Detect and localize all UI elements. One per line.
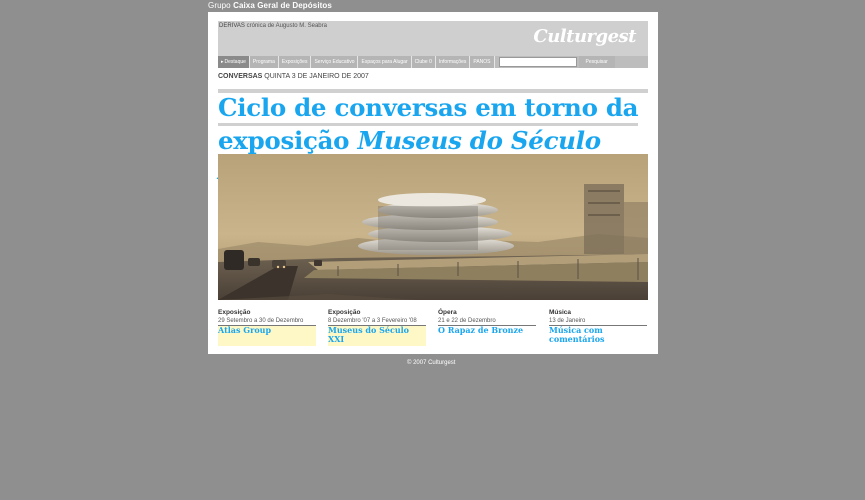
group-prefix: Grupo bbox=[208, 1, 231, 10]
museum-rendering-photo bbox=[218, 154, 648, 300]
event-body: Música com comentários bbox=[549, 326, 647, 346]
section-date: QUINTA 3 DE JANEIRO DE 2007 bbox=[264, 73, 369, 80]
event-title-link[interactable]: Atlas Group bbox=[218, 326, 316, 335]
search-input[interactable] bbox=[498, 57, 577, 67]
event-body: O Rapaz de Bronze bbox=[438, 326, 536, 346]
nav-item-servico-educativo[interactable]: Serviço Educativo bbox=[311, 56, 359, 68]
group-banner: Grupo Caixa Geral de Depósitos bbox=[208, 1, 332, 10]
site-header: DERIVAS crónica de Augusto M. Seabra Cul… bbox=[218, 21, 648, 56]
event-body: Museus do Século XXI bbox=[328, 326, 426, 346]
event-card[interactable]: Exposição 8 Dezembro '07 a 3 Fevereiro '… bbox=[328, 309, 426, 346]
event-type: Exposição bbox=[218, 309, 251, 316]
nav-item-exposicoes[interactable]: Exposições bbox=[278, 56, 312, 68]
nav-item-informacoes[interactable]: Informações bbox=[435, 56, 471, 68]
derivas-text: crónica de Augusto M. Seabra bbox=[246, 23, 327, 29]
main-page: DERIVAS crónica de Augusto M. Seabra Cul… bbox=[208, 12, 658, 354]
event-title-link[interactable]: Música com comentários bbox=[549, 326, 647, 344]
event-card[interactable]: Ópera 21 e 22 de Dezembro O Rapaz de Bro… bbox=[438, 309, 536, 345]
event-type: Música bbox=[549, 309, 572, 316]
nav-item-panos[interactable]: PANOS bbox=[470, 56, 495, 68]
title-line-1: Ciclo de conversas em torno da bbox=[218, 93, 639, 126]
event-type: Ópera bbox=[438, 309, 457, 316]
title-line-2-prefix: exposição bbox=[218, 126, 350, 155]
event-body: Atlas Group bbox=[218, 326, 316, 346]
event-title-link[interactable]: O Rapaz de Bronze bbox=[438, 326, 536, 335]
group-brand[interactable]: Caixa Geral de Depósitos bbox=[233, 1, 332, 10]
event-cards: Exposição 29 Setembro a 30 de Dezembro A… bbox=[218, 309, 648, 346]
section-heading: CONVERSAS QUINTA 3 DE JANEIRO DE 2007 bbox=[218, 73, 369, 80]
copyright: © 2007 Culturgest bbox=[407, 360, 456, 366]
nav-item-espacos[interactable]: Espaços para Alugar bbox=[358, 56, 412, 68]
nav-item-destaque[interactable]: Destaque bbox=[218, 56, 250, 68]
event-type: Exposição bbox=[328, 309, 361, 316]
nav-item-programa[interactable]: Programa bbox=[249, 56, 279, 68]
derivas-label: DERIVAS bbox=[219, 23, 245, 29]
search-button[interactable]: Pesquisar bbox=[578, 56, 615, 68]
event-card[interactable]: Exposição 29 Setembro a 30 de Dezembro A… bbox=[218, 309, 316, 346]
hero-image bbox=[218, 154, 648, 300]
event-card[interactable]: Música 13 de Janeiro Música com comentár… bbox=[549, 309, 647, 345]
culturgest-logo[interactable]: Culturgest bbox=[533, 26, 636, 47]
event-title-link[interactable]: Museus do Século XXI bbox=[328, 326, 426, 344]
main-nav: Destaque Programa Exposições Serviço Edu… bbox=[218, 56, 648, 68]
section-label: CONVERSAS bbox=[218, 73, 263, 80]
derivas-link[interactable]: DERIVAS crónica de Augusto M. Seabra bbox=[219, 23, 327, 29]
nav-item-clube[interactable]: Clube 0 bbox=[411, 56, 436, 68]
